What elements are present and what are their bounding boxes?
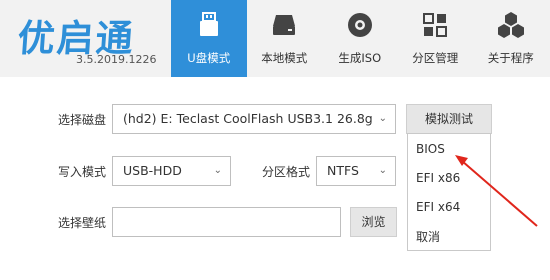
hexagon-cluster-icon xyxy=(497,12,524,38)
app-version: 3.5.2019.1226 xyxy=(76,53,157,66)
partition-grid-icon xyxy=(423,13,448,37)
write-mode-label: 写入模式 xyxy=(58,165,107,179)
chevron-down-icon: ⌄ xyxy=(378,113,387,124)
tab-label: U盘模式 xyxy=(187,51,231,65)
wallpaper-label: 选择壁纸 xyxy=(58,216,107,230)
menu-item-efi-x86[interactable]: EFI x86 xyxy=(416,171,460,185)
write-mode-select[interactable]: USB-HDD ⌄ xyxy=(112,156,231,186)
chevron-down-icon: ⌄ xyxy=(213,165,222,176)
write-mode-value: USB-HDD xyxy=(123,163,182,178)
partition-format-value: NTFS xyxy=(327,163,359,178)
browse-button[interactable]: 浏览 xyxy=(350,207,397,237)
tab-label: 关于程序 xyxy=(487,51,534,65)
chevron-down-icon: ⌄ xyxy=(378,165,387,176)
menu-item-cancel[interactable]: 取消 xyxy=(416,228,440,245)
simulate-menu: BIOS EFI x86 EFI x64 取消 xyxy=(407,133,491,251)
brand: 优启通 3.5.2019.1226 xyxy=(0,0,170,77)
disk-select-value: (hd2) E: Teclast CoolFlash USB3.1 26.8g xyxy=(123,111,373,126)
tab-usb-mode[interactable]: U盘模式 xyxy=(171,0,247,77)
wallpaper-input[interactable] xyxy=(112,207,341,237)
hard-disk-icon xyxy=(273,15,296,35)
simulate-test-button[interactable]: 模拟测试 xyxy=(406,104,492,134)
disk-select[interactable]: (hd2) E: Teclast CoolFlash USB3.1 26.8g … xyxy=(112,104,396,134)
menu-item-efi-x64[interactable]: EFI x64 xyxy=(416,200,460,214)
app-header: 优启通 3.5.2019.1226 U盘模式 本地模式 生成ISO 分区管理 关… xyxy=(0,0,550,77)
usb-drive-icon xyxy=(199,12,218,36)
partition-format-label: 分区格式 xyxy=(262,165,311,179)
tab-label: 生成ISO xyxy=(338,51,382,65)
tab-partition-manage[interactable]: 分区管理 xyxy=(398,0,474,77)
menu-item-bios[interactable]: BIOS xyxy=(416,142,445,156)
tab-local-mode[interactable]: 本地模式 xyxy=(247,0,323,77)
disk-label: 选择磁盘 xyxy=(58,113,107,127)
disc-icon xyxy=(347,13,372,37)
main-tabs: U盘模式 本地模式 生成ISO 分区管理 关于程序 xyxy=(171,0,549,77)
partition-format-select[interactable]: NTFS ⌄ xyxy=(316,156,396,186)
tab-label: 本地模式 xyxy=(261,51,308,65)
tab-make-iso[interactable]: 生成ISO xyxy=(322,0,398,77)
tab-about[interactable]: 关于程序 xyxy=(473,0,549,77)
tab-label: 分区管理 xyxy=(412,51,459,65)
